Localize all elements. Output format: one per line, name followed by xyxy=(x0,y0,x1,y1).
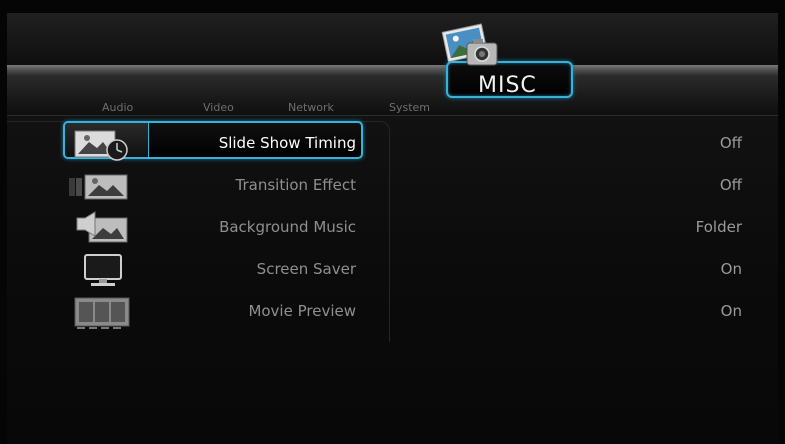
menu-item-value: Off xyxy=(719,134,742,152)
menu-item-value: Folder xyxy=(695,218,742,236)
menu-item-value: On xyxy=(720,260,742,278)
menu-item-movie-preview[interactable]: Movie Preview On xyxy=(7,292,778,334)
settings-screen: Audio Video Network System MISC Slide Sh… xyxy=(7,13,778,444)
menu-item-label: Movie Preview xyxy=(248,302,356,320)
transition-icon xyxy=(69,174,128,200)
menu-item-background-music[interactable]: Background Music Folder xyxy=(7,208,778,250)
tab-rail xyxy=(7,65,778,77)
menu-item-label: Slide Show Timing xyxy=(218,134,356,152)
photo-camera-icon xyxy=(441,23,498,66)
tab-system[interactable]: System xyxy=(389,101,430,114)
menu-item-transition-effect[interactable]: Transition Effect Off xyxy=(7,166,778,208)
menu-item-label: Background Music xyxy=(219,218,356,236)
tab-network[interactable]: Network xyxy=(288,101,334,114)
tab-video[interactable]: Video xyxy=(203,101,234,114)
monitor-icon xyxy=(84,254,122,286)
menu-item-label: Transition Effect xyxy=(235,176,356,194)
menu-item-screen-saver[interactable]: Screen Saver On xyxy=(7,250,778,292)
menu-item-label: Screen Saver xyxy=(256,260,356,278)
slideshow-timer-icon xyxy=(74,130,128,161)
menu-item-value: Off xyxy=(719,176,742,194)
menu-item-slide-show-timing[interactable]: Slide Show Timing Off xyxy=(7,124,778,166)
tab-misc-label: MISC xyxy=(478,73,537,98)
top-band xyxy=(7,13,778,65)
tab-bar: Audio Video Network System xyxy=(7,77,778,116)
film-strip-icon xyxy=(74,297,130,329)
menu-item-value: On xyxy=(720,302,742,320)
tab-audio[interactable]: Audio xyxy=(102,101,133,114)
music-slideshow-icon xyxy=(76,211,128,243)
